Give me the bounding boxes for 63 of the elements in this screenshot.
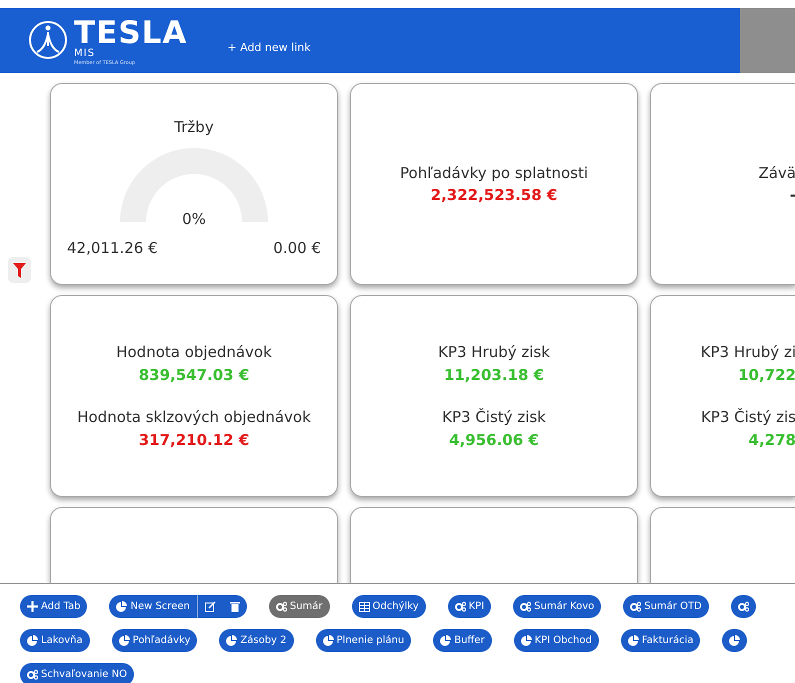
tab[interactable]: Lakovňa [20, 629, 90, 652]
pie-chart-icon [322, 635, 334, 646]
metric-value: 4,278 [748, 430, 795, 450]
app-name: MIS [74, 48, 96, 59]
tab[interactable]: KPI Obchod [514, 629, 599, 652]
gears-icon [630, 601, 642, 612]
pie-chart-icon [27, 635, 38, 646]
tab[interactable]: KPI [448, 595, 492, 618]
add-link-button[interactable]: + Add new link [227, 40, 311, 54]
header-panel [740, 8, 795, 73]
tab[interactable]: Schvaľovanie NO [20, 663, 134, 683]
metric-label: KP3 Čistý zisk [442, 407, 546, 428]
tab[interactable]: Sumár OTD [623, 595, 709, 618]
metric-value: - [790, 185, 795, 206]
tab[interactable]: Zásoby 2 [219, 629, 294, 652]
metric-label: KP3 Hrubý zi [700, 342, 795, 363]
pie-chart-icon [440, 635, 452, 646]
pie-chart-icon [118, 635, 130, 646]
pie-chart-icon [520, 635, 532, 646]
gauge-min-value: 42,011.26 € [67, 238, 158, 260]
tab[interactable] [730, 595, 756, 618]
metric-value: 10,722 [738, 364, 795, 386]
gears-icon [276, 601, 287, 612]
metric-label: Závä [758, 162, 795, 184]
tab[interactable]: Buffer [433, 629, 492, 652]
tab[interactable]: Plnenie plánu [316, 629, 412, 652]
trash-icon [230, 601, 240, 612]
tab[interactable]: Odchýlky [352, 595, 426, 618]
tab[interactable]: New Screen [109, 595, 198, 618]
tab[interactable]: Sumár Kovo [513, 595, 602, 618]
pie-chart-icon [628, 635, 639, 646]
gears-icon [520, 601, 532, 612]
filter-button[interactable] [8, 257, 31, 283]
metric-label: KP3 Čistý zis [700, 407, 795, 428]
gears-icon [27, 669, 38, 680]
metric-label: Hodnota sklzových objednávok [77, 407, 311, 428]
metric-label: Pohľadávky po splatnosti [400, 162, 588, 184]
brand-name: TESLA [74, 18, 188, 48]
metric-value: 2,322,523.58 € [430, 185, 558, 206]
metric-value: 4,956.06 € [449, 430, 539, 450]
tab[interactable] [722, 629, 748, 652]
plus-icon [27, 601, 38, 612]
tab[interactable]: Sumár [268, 595, 330, 618]
edit-icon [204, 601, 216, 612]
metric-value: 839,547.03 € [138, 364, 250, 386]
gauge-title: Tržby [174, 116, 214, 138]
pie-chart-icon [226, 635, 238, 646]
gauge-percent: 0% [181, 209, 207, 230]
gears-icon [454, 601, 466, 612]
pie-chart-icon [729, 635, 740, 646]
tab[interactable]: Fakturácia [620, 629, 700, 652]
add-tab-button[interactable]: Add Tab [20, 595, 88, 618]
metric-label: KP3 Hrubý zisk [438, 342, 550, 363]
metric-label: Hodnota objednávok [116, 342, 272, 363]
metric-value: 11,203.18 € [444, 364, 544, 386]
gears-icon [738, 601, 749, 612]
filter-icon [13, 262, 26, 278]
pie-chart-icon [116, 601, 128, 612]
metric-value: 317,210.12 € [138, 430, 250, 450]
tab[interactable]: Pohľadávky [112, 629, 198, 652]
logo-icon [28, 20, 68, 60]
table-icon [358, 601, 370, 612]
gauge-max-value: 0.00 € [273, 238, 321, 260]
